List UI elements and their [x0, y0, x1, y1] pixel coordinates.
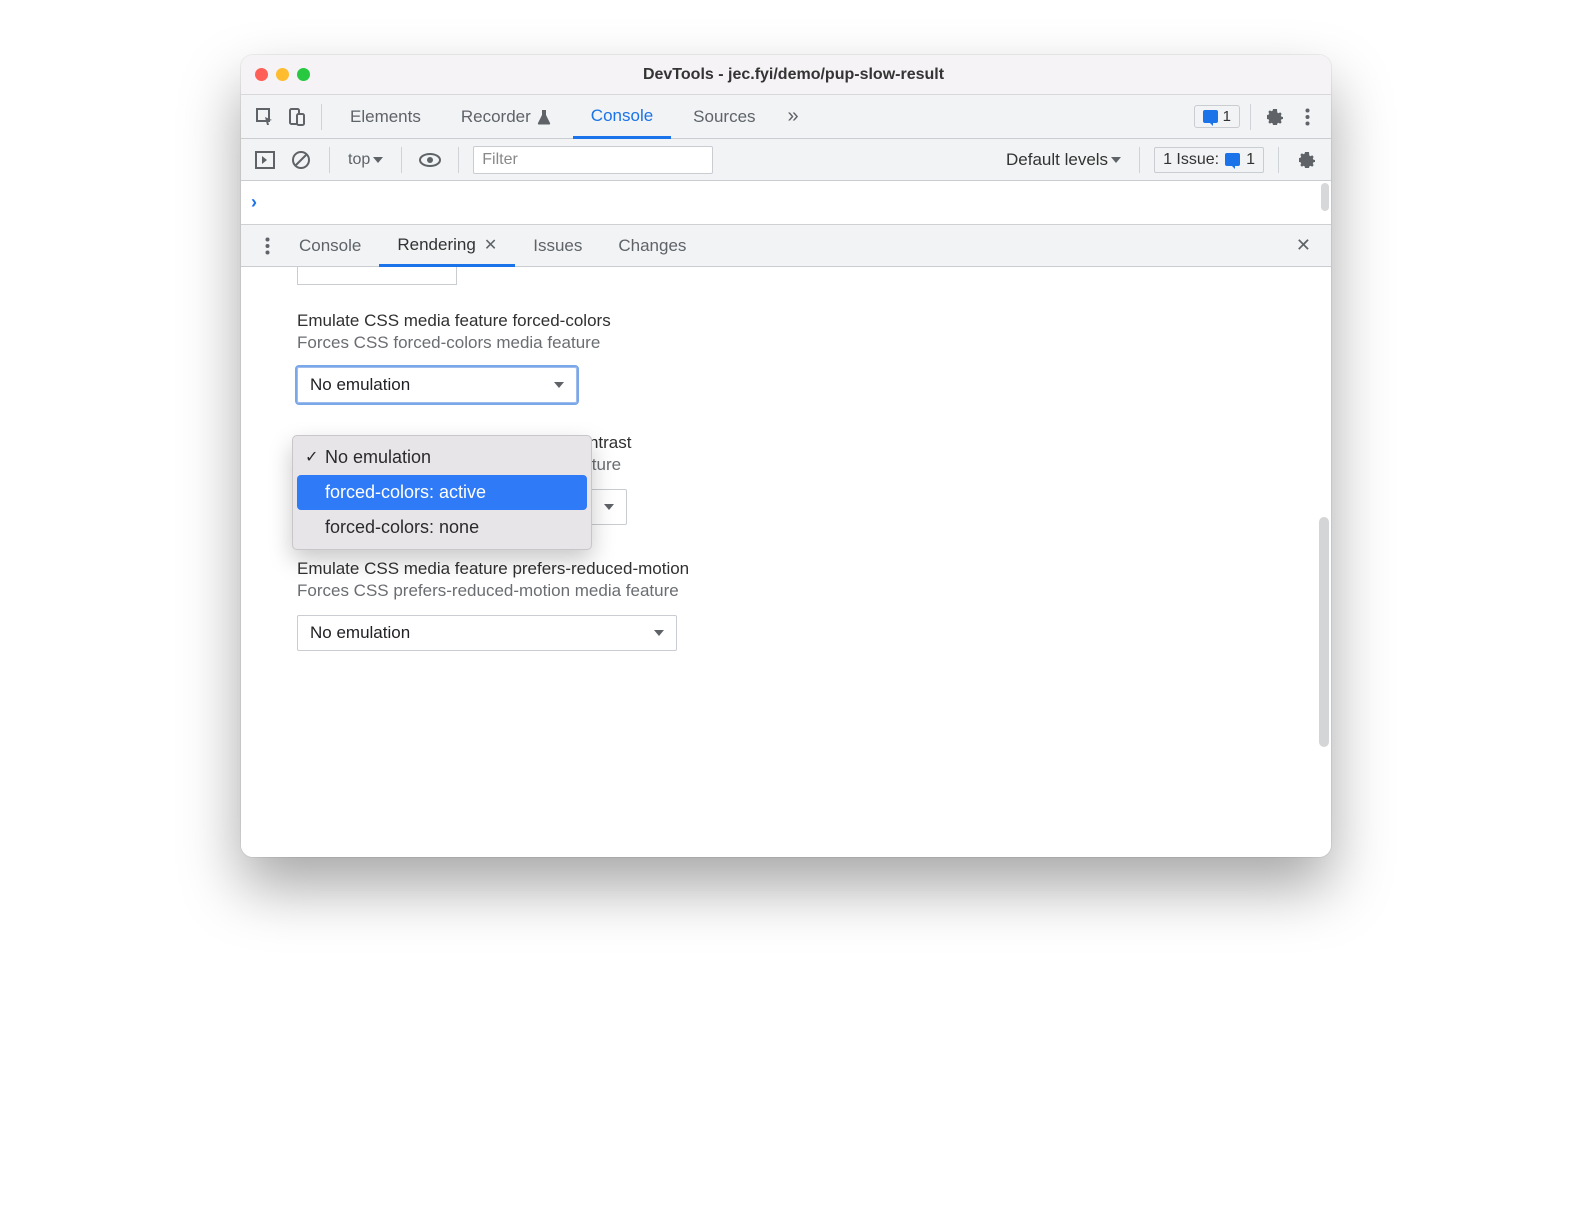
- partial-select-above: [297, 267, 457, 285]
- chat-icon: [1203, 110, 1218, 123]
- close-window-button[interactable]: [255, 68, 268, 81]
- issues-link[interactable]: 1 Issue: 1: [1154, 147, 1264, 173]
- tab-recorder[interactable]: Recorder: [443, 95, 569, 138]
- live-expression-icon[interactable]: [416, 146, 444, 174]
- caret-down-icon: [654, 630, 664, 636]
- inspect-element-icon[interactable]: [251, 103, 279, 131]
- close-tab-icon[interactable]: ✕: [484, 235, 497, 255]
- section-forced-colors: Emulate CSS media feature forced-colors …: [297, 311, 1275, 403]
- reduced-motion-title: Emulate CSS media feature prefers-reduce…: [297, 559, 1275, 579]
- issues-badge[interactable]: 1: [1194, 105, 1240, 128]
- console-toolbar: top Default levels 1 Issue: 1: [241, 139, 1331, 181]
- section-prefers-reduced-motion: Emulate CSS media feature prefers-reduce…: [297, 559, 1275, 651]
- forced-colors-value: No emulation: [310, 375, 410, 395]
- clear-console-icon[interactable]: [287, 146, 315, 174]
- issues-count: 1: [1223, 108, 1231, 125]
- tab-sources[interactable]: Sources: [675, 95, 773, 138]
- drawer-close-icon[interactable]: ✕: [1288, 231, 1319, 260]
- caret-down-icon: [554, 382, 564, 388]
- drawer-tab-issues[interactable]: Issues: [515, 225, 600, 266]
- scrollbar-thumb[interactable]: [1321, 183, 1329, 211]
- issue-count: 1: [1246, 151, 1255, 169]
- tab-elements[interactable]: Elements: [332, 95, 439, 138]
- main-toolbar: Elements Recorder Console Sources » 1: [241, 95, 1331, 139]
- more-tabs-button[interactable]: »: [778, 95, 809, 138]
- drawer-tab-changes[interactable]: Changes: [600, 225, 704, 266]
- separator: [401, 147, 402, 173]
- device-toolbar-icon[interactable]: [283, 103, 311, 131]
- forced-colors-select[interactable]: No emulation: [297, 367, 577, 403]
- console-settings-icon[interactable]: [1293, 146, 1321, 174]
- separator: [329, 147, 330, 173]
- dropdown-option-no-emulation[interactable]: No emulation: [297, 440, 587, 475]
- caret-down-icon: [604, 504, 614, 510]
- flask-icon: [537, 109, 551, 125]
- separator: [1250, 104, 1251, 130]
- prompt-chevron-icon: ›: [251, 192, 257, 213]
- drawer-tab-console[interactable]: Console: [281, 225, 379, 266]
- caret-down-icon: [1111, 157, 1121, 163]
- context-label: top: [348, 151, 370, 169]
- forced-colors-dropdown-popup: No emulation forced-colors: active force…: [292, 435, 592, 550]
- filter-input[interactable]: [473, 146, 713, 174]
- drawer-tabbar: Console Rendering ✕ Issues Changes ✕: [241, 225, 1331, 267]
- content-scrollbar-thumb[interactable]: [1319, 517, 1329, 747]
- settings-icon[interactable]: [1261, 103, 1289, 131]
- caret-down-icon: [373, 157, 383, 163]
- devtools-window: DevTools - jec.fyi/demo/pup-slow-result …: [241, 55, 1331, 857]
- separator: [1139, 147, 1140, 173]
- rendering-panel: Emulate CSS media feature forced-colors …: [241, 267, 1331, 857]
- console-sidebar-toggle-icon[interactable]: [251, 146, 279, 174]
- reduced-motion-desc: Forces CSS prefers-reduced-motion media …: [297, 581, 1275, 601]
- forced-colors-desc: Forces CSS forced-colors media feature: [297, 333, 1275, 353]
- levels-label: Default levels: [1006, 150, 1108, 170]
- forced-colors-title: Emulate CSS media feature forced-colors: [297, 311, 1275, 331]
- dropdown-option-none[interactable]: forced-colors: none: [297, 510, 587, 545]
- chat-icon: [1225, 153, 1240, 166]
- drawer-tab-rendering[interactable]: Rendering ✕: [379, 226, 515, 267]
- separator: [458, 147, 459, 173]
- tab-console[interactable]: Console: [573, 96, 671, 139]
- log-levels-selector[interactable]: Default levels: [1002, 150, 1125, 170]
- issue-label: 1 Issue:: [1163, 151, 1219, 169]
- console-prompt-area[interactable]: ›: [241, 181, 1331, 225]
- drawer-tab-rendering-label: Rendering: [397, 235, 475, 255]
- titlebar: DevTools - jec.fyi/demo/pup-slow-result: [241, 55, 1331, 95]
- reduced-motion-value: No emulation: [310, 623, 410, 643]
- separator: [1278, 147, 1279, 173]
- drawer-kebab-icon[interactable]: [253, 232, 281, 260]
- execution-context-selector[interactable]: top: [344, 151, 387, 169]
- separator: [321, 104, 322, 130]
- dropdown-option-active[interactable]: forced-colors: active: [297, 475, 587, 510]
- window-title: DevTools - jec.fyi/demo/pup-slow-result: [270, 66, 1317, 84]
- tab-recorder-label: Recorder: [461, 107, 531, 127]
- kebab-menu-icon[interactable]: [1293, 103, 1321, 131]
- reduced-motion-select[interactable]: No emulation: [297, 615, 677, 651]
